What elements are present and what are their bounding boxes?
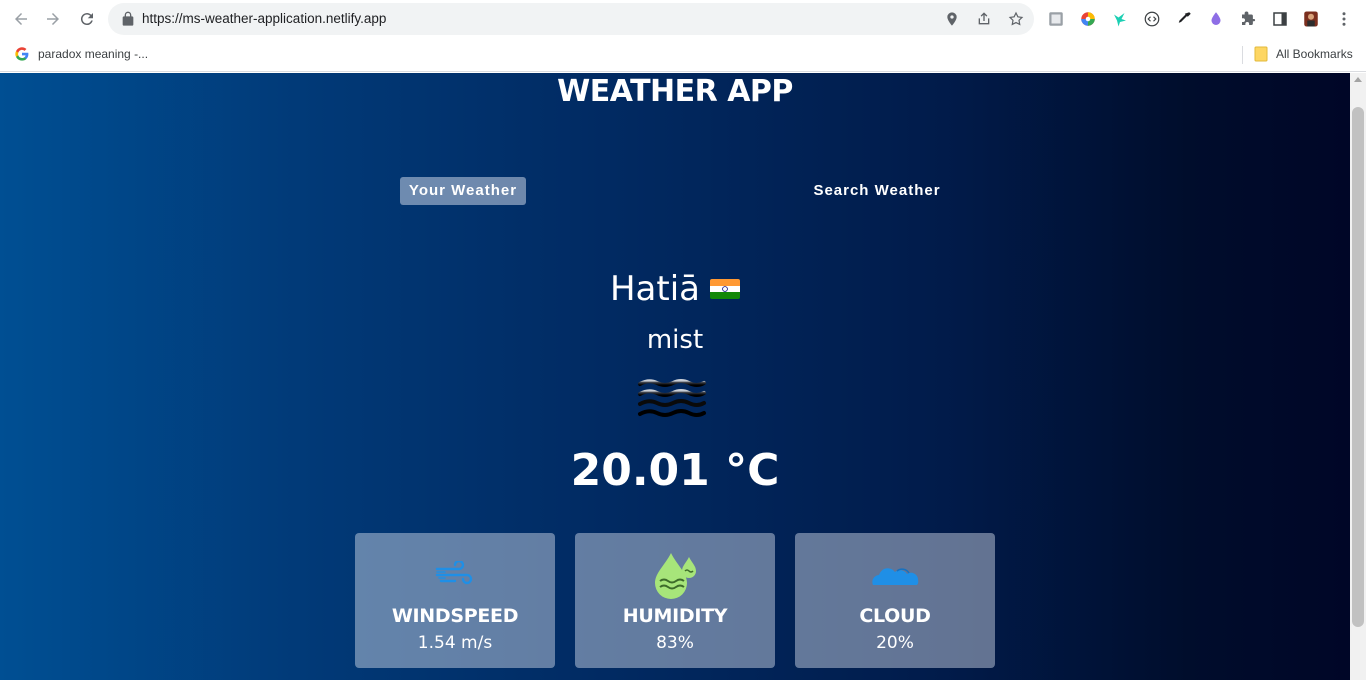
code-circle-icon[interactable] — [1142, 9, 1162, 29]
cloud-value: 20% — [876, 633, 914, 653]
temperature: 20.01 °C — [570, 445, 780, 496]
humidity-card: HUMIDITY 83% — [575, 533, 775, 668]
forward-button[interactable] — [42, 8, 64, 30]
folder-icon — [1254, 46, 1268, 62]
arrow-left-icon — [15, 13, 27, 25]
cloud-card: CLOUD 20% — [795, 533, 995, 668]
windspeed-label: WINDSPEED — [391, 605, 519, 627]
arrow-right-icon — [47, 13, 59, 25]
cloud-label: CLOUD — [859, 605, 931, 627]
menu-kebab-icon[interactable] — [1334, 9, 1354, 29]
scrollbar-thumb[interactable] — [1352, 107, 1364, 627]
humidity-icon — [655, 553, 696, 599]
location-icon[interactable] — [944, 11, 960, 27]
wind-icon — [435, 561, 473, 585]
city-row: Hatiā — [0, 269, 1350, 309]
extension-page-icon[interactable] — [1046, 9, 1066, 29]
humidity-label: HUMIDITY — [622, 605, 728, 627]
windspeed-card: WINDSPEED 1.54 m/s — [355, 533, 555, 668]
all-bookmarks-label: All Bookmarks — [1276, 47, 1353, 61]
side-panel-icon[interactable] — [1270, 9, 1290, 29]
share-icon[interactable] — [976, 11, 992, 27]
browser-toolbar: https://ms-weather-application.netlify.a… — [0, 0, 1366, 38]
back-button[interactable] — [10, 8, 32, 30]
app-title: WEATHER APP — [557, 74, 793, 109]
tab-your-weather[interactable]: Your Weather — [400, 177, 526, 205]
scroll-up-arrow-icon[interactable] — [1354, 77, 1362, 82]
google-icon — [15, 47, 29, 61]
star-icon[interactable] — [1008, 11, 1024, 27]
hummingbird-icon[interactable] — [1110, 9, 1130, 29]
eyedropper-icon[interactable] — [1174, 9, 1194, 29]
color-wheel-icon[interactable] — [1078, 9, 1098, 29]
bookmark-item[interactable]: paradox meaning -... — [14, 46, 148, 62]
weather-page: WEATHER APP Your Weather Search Weather … — [0, 73, 1350, 680]
lock-icon — [122, 11, 134, 26]
bookmark-label: paradox meaning -... — [38, 47, 149, 61]
reload-icon — [80, 13, 93, 26]
windspeed-value: 1.54 m/s — [417, 633, 493, 653]
humidity-value: 83% — [656, 633, 694, 653]
bookmarks-bar: paradox meaning -... All Bookmarks — [0, 38, 1366, 72]
india-flag-icon — [710, 279, 740, 299]
profile-avatar[interactable] — [1301, 9, 1321, 29]
address-bar[interactable]: https://ms-weather-application.netlify.a… — [108, 3, 1034, 35]
page-scrollbar[interactable] — [1350, 73, 1366, 680]
droplet-icon[interactable] — [1206, 9, 1226, 29]
reload-button[interactable] — [76, 8, 98, 30]
city-name: Hatiā — [609, 269, 700, 309]
all-bookmarks-button[interactable]: All Bookmarks — [1254, 46, 1353, 62]
tab-search-weather[interactable]: Search Weather — [805, 177, 949, 205]
bookmarks-divider — [1242, 46, 1243, 64]
cloud-icon — [872, 568, 919, 585]
url-text: https://ms-weather-application.netlify.a… — [142, 11, 387, 26]
weather-description: mist — [646, 325, 704, 355]
mist-icon — [638, 379, 706, 417]
puzzle-icon[interactable] — [1238, 9, 1258, 29]
